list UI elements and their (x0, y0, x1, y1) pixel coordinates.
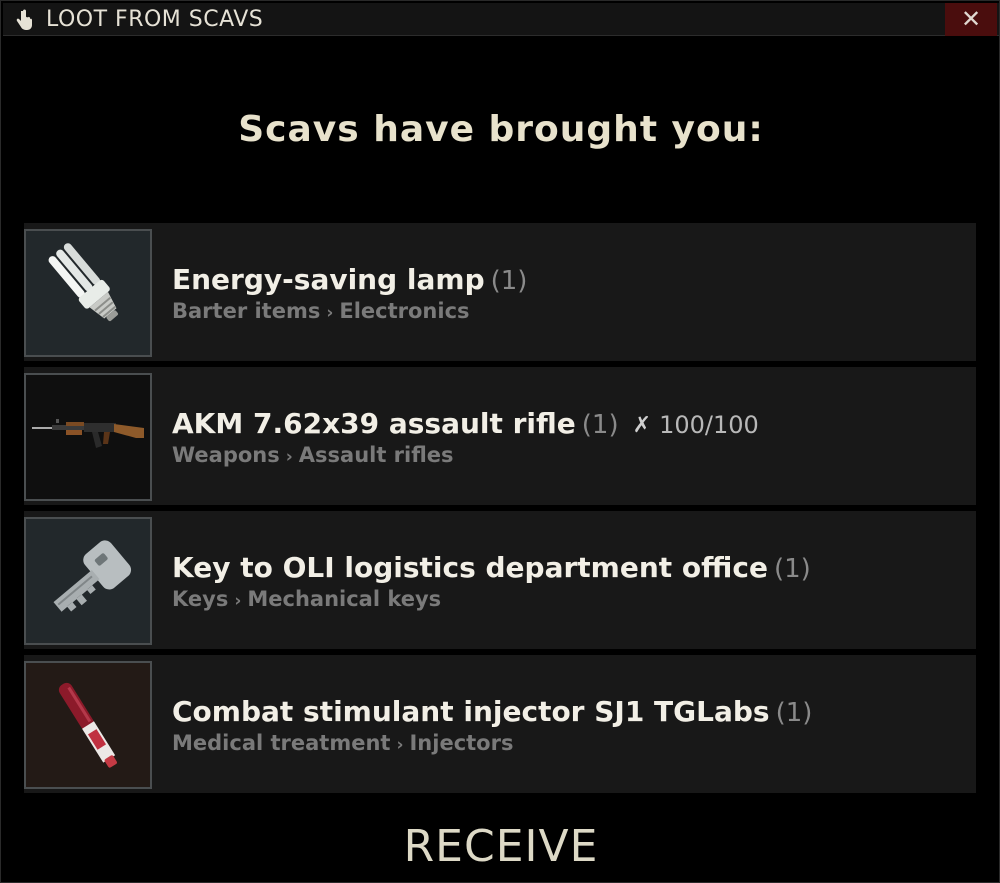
category-label: Barter items (172, 299, 321, 323)
loot-item-row[interactable]: AKM 7.62x39 assault rifle (1) ✗ 100/100 Wea… (24, 367, 976, 507)
injector-icon (58, 682, 117, 768)
repair-wrench-icon: ✗ (632, 412, 652, 438)
category-label: Medical treatment (172, 731, 391, 755)
subcategory-label: Electronics (339, 299, 470, 323)
loot-item-row[interactable]: Key to OLI logistics department office (1… (24, 511, 976, 651)
title-bar: LOOT FROM SCAVS ✕ (3, 3, 999, 36)
durability-value: 100/100 (659, 411, 759, 439)
item-thumbnail (24, 373, 152, 501)
item-name: Combat stimulant injector SJ1 TGLabs (1) (172, 695, 813, 728)
loot-item-row[interactable]: Energy-saving lamp (1) Barter items › Elect… (24, 223, 976, 363)
item-thumbnail (24, 517, 152, 645)
subcategory-label: Mechanical keys (247, 587, 442, 611)
item-name: AKM 7.62x39 assault rifle (1) ✗ 100/100 (172, 407, 759, 440)
category-label: Weapons (172, 443, 280, 467)
rifle-icon (32, 419, 144, 448)
item-name: Energy-saving lamp (1) (172, 263, 528, 296)
item-thumbnail (24, 229, 152, 357)
category-separator: › (326, 303, 334, 323)
pointer-hand-icon (16, 9, 32, 30)
item-name: Key to OLI logistics department office (1… (172, 551, 811, 584)
item-category-path: Medical treatment › Injectors (172, 731, 513, 755)
item-count: (1) (490, 266, 528, 296)
page-heading: Scavs have brought you: (238, 109, 764, 150)
receive-button[interactable]: RECEIVE (1, 821, 1000, 872)
loot-window: LOOT FROM SCAVS ✕ Scavs have brought you… (0, 0, 1000, 883)
subcategory-label: Assault rifles (298, 443, 454, 467)
category-separator: › (396, 735, 404, 755)
item-count: (1) (773, 554, 811, 584)
close-button[interactable]: ✕ (945, 3, 997, 36)
item-category-path: Keys › Mechanical keys (172, 587, 441, 611)
key-icon (53, 540, 132, 612)
item-thumbnail (24, 661, 152, 789)
window-title: LOOT FROM SCAVS (46, 7, 264, 32)
category-separator: › (234, 591, 242, 611)
lamp-icon (48, 243, 118, 322)
item-category-path: Weapons › Assault rifles (172, 443, 454, 467)
item-count: (1) (581, 410, 619, 440)
item-category-path: Barter items › Electronics (172, 299, 470, 323)
item-count: (1) (775, 698, 813, 728)
category-label: Keys (172, 587, 229, 611)
subcategory-label: Injectors (409, 731, 514, 755)
loot-item-row[interactable]: Combat stimulant injector SJ1 TGLabs (1) … (24, 655, 976, 795)
category-separator: › (285, 447, 293, 467)
